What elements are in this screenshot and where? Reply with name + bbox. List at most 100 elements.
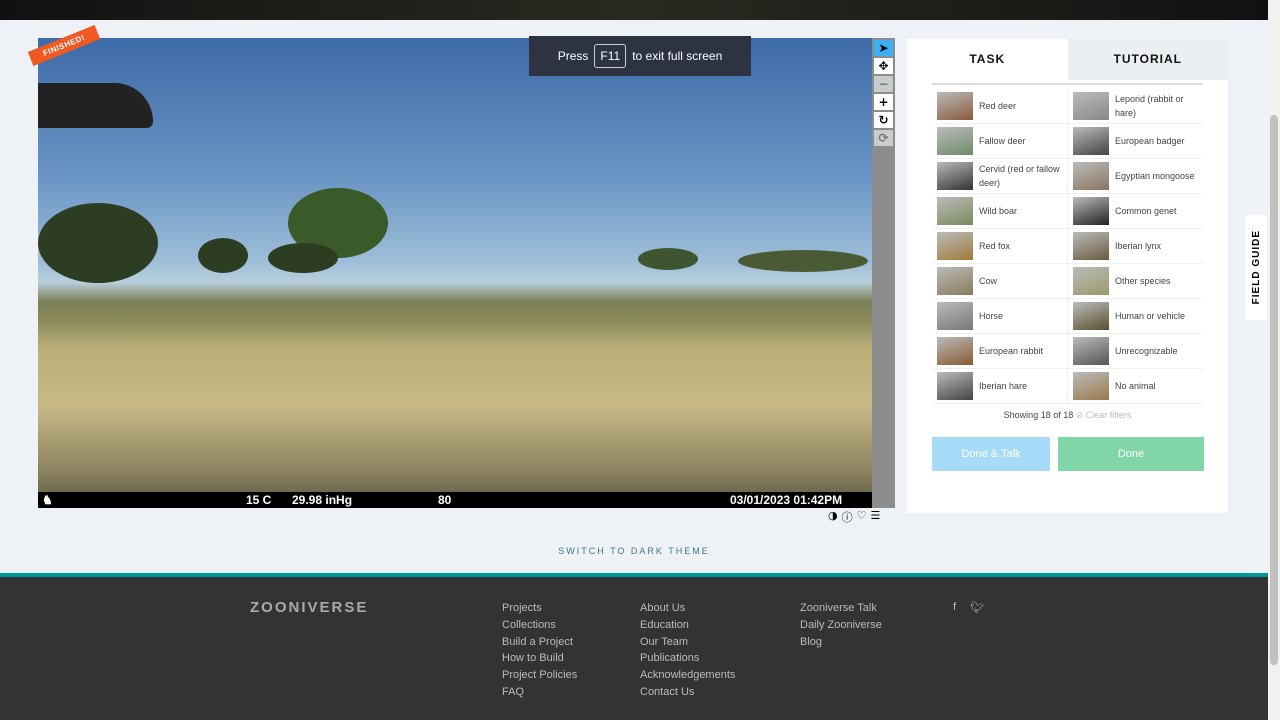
choice-thumbnail	[1073, 162, 1109, 190]
reset-icon[interactable]: ⟳	[874, 130, 893, 146]
choice-thumbnail	[937, 302, 973, 330]
choice-thumbnail	[937, 337, 973, 365]
choice-thumbnail	[937, 92, 973, 120]
footer-link[interactable]: Daily Zooniverse	[800, 619, 930, 632]
choice-item[interactable]: Egyptian mongoose	[1068, 159, 1204, 194]
choice-item[interactable]: Other species	[1068, 264, 1204, 299]
favorite-heart-icon[interactable]: ♡	[857, 509, 867, 525]
tab-task[interactable]: TASK	[907, 39, 1068, 80]
choice-item[interactable]: Unrecognizable	[1068, 334, 1204, 369]
footer-link[interactable]: Acknowledgements	[640, 669, 770, 682]
footer-link[interactable]: Project Policies	[502, 669, 632, 682]
pointer-icon[interactable]: ➤	[874, 40, 893, 56]
footer-link[interactable]: Projects	[502, 602, 632, 615]
choice-thumbnail	[937, 127, 973, 155]
choice-item[interactable]: Horse	[932, 299, 1068, 334]
zoom-in-icon[interactable]: +	[874, 94, 893, 110]
facebook-icon[interactable]: f	[953, 601, 956, 614]
choice-label: Other species	[1115, 276, 1171, 286]
field-guide-tab[interactable]: FIELD GUIDE	[1245, 215, 1267, 320]
choice-item[interactable]: Cow	[932, 264, 1068, 299]
choice-grid: Red deer Leporid (rabbit or hare) Fallow d…	[932, 89, 1204, 404]
choice-item[interactable]: Wild boar	[932, 194, 1068, 229]
stamp-pressure: 29.98 inHg	[292, 493, 353, 507]
field-guide-label: FIELD GUIDE	[1250, 230, 1262, 305]
choice-thumbnail	[1073, 337, 1109, 365]
choice-label: Egyptian mongoose	[1115, 171, 1195, 181]
choice-label: Iberian hare	[979, 381, 1028, 391]
choice-item[interactable]: European rabbit	[932, 334, 1068, 369]
choice-thumbnail	[937, 162, 973, 190]
invert-icon[interactable]: ◑	[828, 509, 838, 525]
choice-item[interactable]: Iberian lynx	[1068, 229, 1204, 264]
done-and-talk-button[interactable]: Done & Talk	[932, 437, 1050, 471]
rotate-icon[interactable]: ↻	[874, 112, 893, 128]
choice-item[interactable]: Cervid (red or fallow deer)	[932, 159, 1068, 194]
footer-link[interactable]: FAQ	[502, 686, 632, 699]
move-icon[interactable]: ✥	[874, 58, 893, 74]
divider	[932, 83, 1203, 85]
choice-thumbnail	[1073, 302, 1109, 330]
zoom-out-icon[interactable]: −	[874, 76, 893, 92]
image-actions: ◑ ⓘ ♡ ☰	[828, 509, 898, 525]
choice-item[interactable]: Iberian hare	[932, 369, 1068, 404]
scrollbar-thumb[interactable]	[1270, 115, 1278, 665]
scrollbar[interactable]	[1268, 0, 1280, 720]
choice-item[interactable]: Fallow deer	[932, 124, 1068, 159]
choice-label: Horse	[979, 311, 1004, 321]
tab-tutorial[interactable]: TUTORIAL	[1067, 39, 1228, 80]
choice-thumbnail	[937, 197, 973, 225]
banner-key: F11	[594, 44, 627, 68]
choice-item[interactable]: Human or vehicle	[1068, 299, 1204, 334]
stamp-datetime: 03/01/2023 01:42PM	[730, 493, 843, 507]
footer-link[interactable]: Our Team	[640, 636, 770, 649]
info-icon[interactable]: ⓘ	[842, 509, 853, 525]
footer-link[interactable]: Contact Us	[640, 686, 770, 699]
choice-thumbnail	[937, 372, 973, 400]
footer-link[interactable]: Zooniverse Talk	[800, 602, 930, 615]
image-toolbar: ➤ ✥ − + ↻ ⟳	[872, 38, 895, 508]
choice-label: Iberian lynx	[1115, 241, 1162, 251]
choice-label: Red fox	[979, 241, 1011, 251]
banner-text: to exit full screen	[632, 49, 723, 63]
camera-stamp: ♞ 15 C 29.98 inHg 80 03/01/2023 01:42PM	[38, 492, 872, 508]
collections-list-icon[interactable]: ☰	[870, 509, 880, 525]
subject-image[interactable]: ♞ 15 C 29.98 inHg 80 03/01/2023 01:42PM	[38, 38, 872, 508]
social-links: f 🐦︎	[953, 601, 1013, 614]
showing-count: Showing 18 of 18	[1003, 410, 1074, 420]
footer-link[interactable]: Blog	[800, 636, 930, 649]
choice-label: European rabbit	[979, 346, 1044, 356]
choice-label: No animal	[1115, 381, 1156, 391]
footer-link[interactable]: How to Build	[502, 652, 632, 665]
choice-item[interactable]: Red deer	[932, 89, 1068, 124]
clear-filters-link[interactable]: ⊘ Clear filters	[1076, 410, 1132, 420]
top-bar	[0, 0, 1268, 20]
footer-link[interactable]: Education	[640, 619, 770, 632]
choice-item[interactable]: Common genet	[1068, 194, 1204, 229]
zooniverse-logo[interactable]: ZOONIVERSE	[250, 599, 410, 616]
footer-link[interactable]: Build a Project	[502, 636, 632, 649]
choice-item[interactable]: Red fox	[932, 229, 1068, 264]
switch-dark-theme-link[interactable]: SWITCH TO DARK THEME	[0, 546, 1268, 556]
footer-link[interactable]: Publications	[640, 652, 770, 665]
choice-thumbnail	[937, 267, 973, 295]
choice-label: Red deer	[979, 101, 1017, 111]
twitter-icon[interactable]: 🐦︎	[970, 601, 984, 614]
footer-link[interactable]: About Us	[640, 602, 770, 615]
banner-press: Press	[557, 49, 589, 63]
choice-label: Cervid (red or fallow deer)	[979, 164, 1060, 188]
tree	[638, 248, 698, 270]
stamp-number: 80	[438, 493, 452, 507]
choice-item[interactable]: Leporid (rabbit or hare)	[1068, 89, 1204, 124]
choice-item[interactable]: No animal	[1068, 369, 1204, 404]
task-panel: TASK TUTORIAL Red deer Leporid (rabbit or…	[907, 39, 1228, 513]
choice-item[interactable]: European badger	[1068, 124, 1204, 159]
done-button[interactable]: Done	[1058, 437, 1204, 471]
choice-label: Unrecognizable	[1115, 346, 1178, 356]
choice-thumbnail	[937, 232, 973, 260]
choice-label: European badger	[1115, 136, 1185, 146]
choice-thumbnail	[1073, 232, 1109, 260]
footer-link[interactable]: Collections	[502, 619, 632, 632]
tree	[268, 243, 338, 273]
choice-label: Common genet	[1115, 206, 1177, 216]
